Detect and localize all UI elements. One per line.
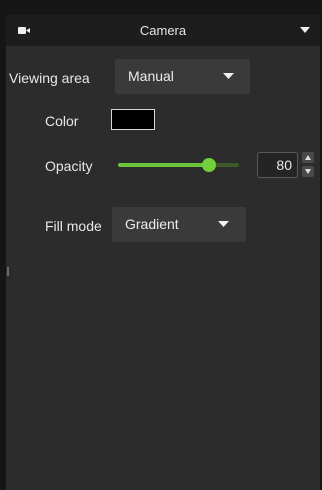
fill-mode-value: Gradient [125, 216, 179, 232]
chevron-down-icon [218, 221, 229, 227]
opacity-increment-button[interactable] [302, 152, 314, 163]
viewing-area-label: Viewing area [9, 70, 90, 86]
resize-handle[interactable] [7, 267, 9, 276]
fill-mode-label: Fill mode [45, 218, 102, 234]
color-swatch[interactable] [111, 109, 155, 130]
viewing-area-value: Manual [128, 68, 174, 84]
opacity-slider[interactable] [118, 158, 239, 172]
fill-mode-dropdown[interactable]: Gradient [112, 207, 246, 242]
panel-title: Camera [139, 23, 187, 38]
color-label: Color [45, 113, 79, 129]
chevron-down-icon [305, 169, 311, 174]
opacity-slider-fill [118, 163, 209, 167]
chevron-down-icon [223, 73, 234, 79]
chevron-up-icon [305, 155, 311, 160]
opacity-input[interactable]: 80 [257, 152, 298, 178]
panel-header[interactable]: Camera [6, 15, 320, 46]
viewing-area-dropdown[interactable]: Manual [115, 59, 250, 94]
chevron-down-icon[interactable] [300, 27, 310, 34]
opacity-slider-thumb[interactable] [201, 158, 216, 172]
opacity-label: Opacity [45, 158, 93, 174]
opacity-decrement-button[interactable] [302, 166, 314, 177]
